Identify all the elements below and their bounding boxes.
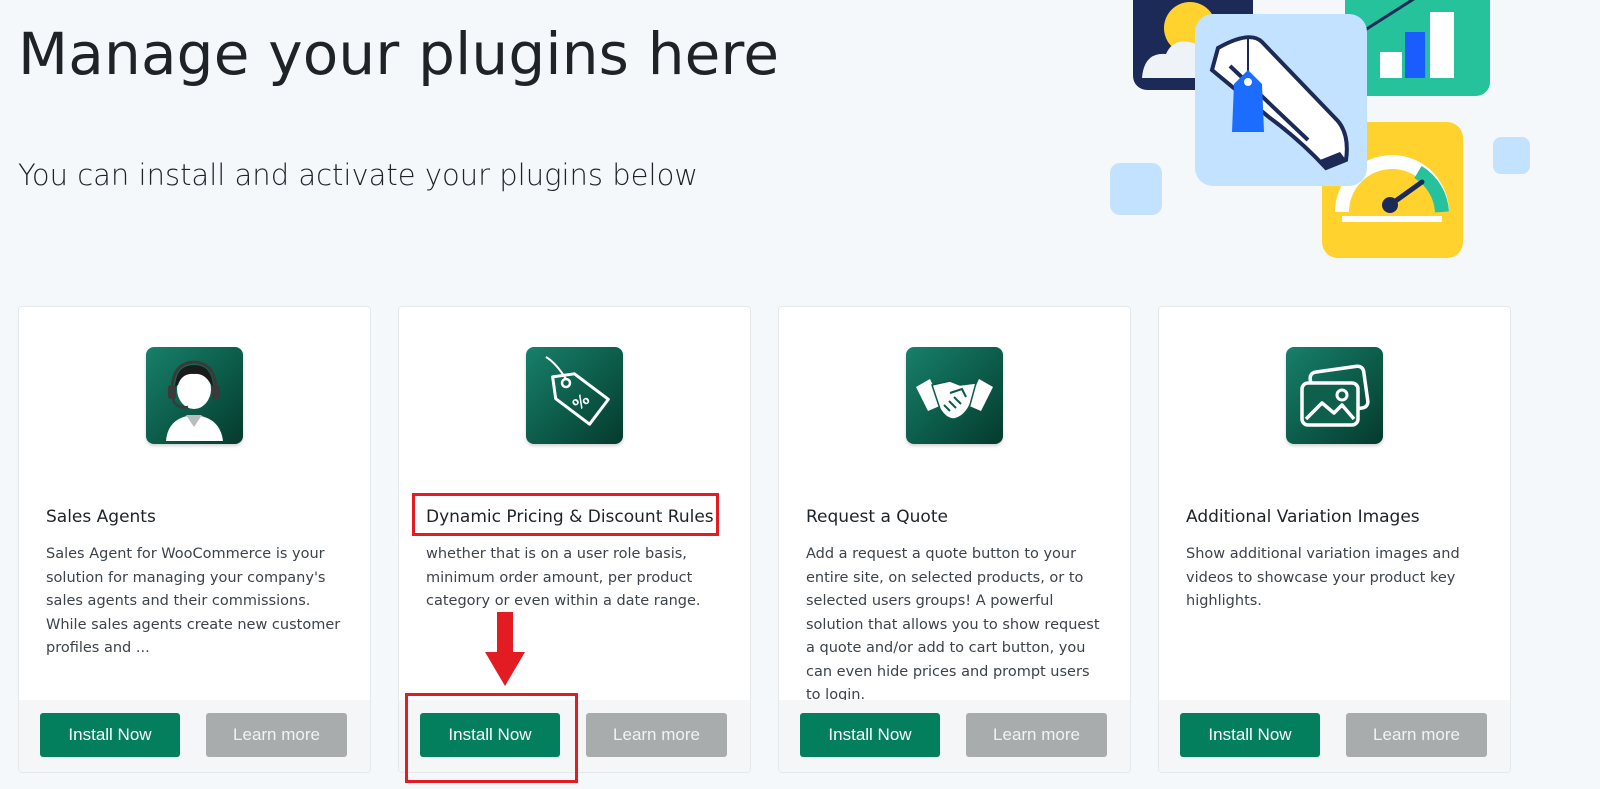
hero-illustration [1110, 0, 1530, 258]
card-title: Request a Quote [806, 507, 948, 527]
plugin-card-sales-agents: Sales Agents Sales Agent for WooCommerce… [18, 306, 371, 773]
decor-square-right [1493, 137, 1530, 174]
page-title: Manage your plugins here [18, 20, 780, 88]
card-footer: Install Now Learn more [1159, 700, 1510, 772]
sales-agent-headset-icon [146, 347, 243, 444]
card-description: Show additional variation images and vid… [1186, 546, 1460, 609]
plugin-card-request-a-quote: Request a Quote Add a request a quote bu… [778, 306, 1131, 773]
learn-more-button[interactable]: Learn more [206, 713, 347, 757]
page-subtitle: You can install and activate your plugin… [18, 158, 699, 192]
discount-tag-icon: % [526, 347, 623, 444]
card-footer: Install Now Learn more [779, 700, 1130, 772]
card-description: Sales Agent for WooCommerce is your solu… [46, 546, 341, 656]
card-title: Sales Agents [46, 507, 156, 527]
card-description: whether that is on a user role basis, mi… [426, 546, 701, 609]
sneaker-tag-tile-icon [1195, 14, 1367, 186]
plugin-card-additional-variation-images: Additional Variation Images Show additio… [1158, 306, 1511, 773]
learn-more-button[interactable]: Learn more [966, 713, 1107, 757]
highlight-box-install-button [405, 693, 578, 783]
install-now-button[interactable]: Install Now [1180, 713, 1320, 757]
card-footer: Install Now Learn more [19, 700, 370, 772]
learn-more-button[interactable]: Learn more [1346, 713, 1487, 757]
card-description: Add a request a quote button to your ent… [806, 546, 1100, 703]
highlight-box-title [412, 493, 719, 536]
down-arrow-icon [485, 612, 525, 686]
handshake-icon [906, 347, 1003, 444]
decor-square-left [1110, 163, 1162, 215]
learn-more-button[interactable]: Learn more [586, 713, 727, 757]
install-now-button[interactable]: Install Now [800, 713, 940, 757]
images-gallery-icon [1286, 347, 1383, 444]
card-title: Additional Variation Images [1186, 507, 1420, 527]
install-now-button[interactable]: Install Now [40, 713, 180, 757]
